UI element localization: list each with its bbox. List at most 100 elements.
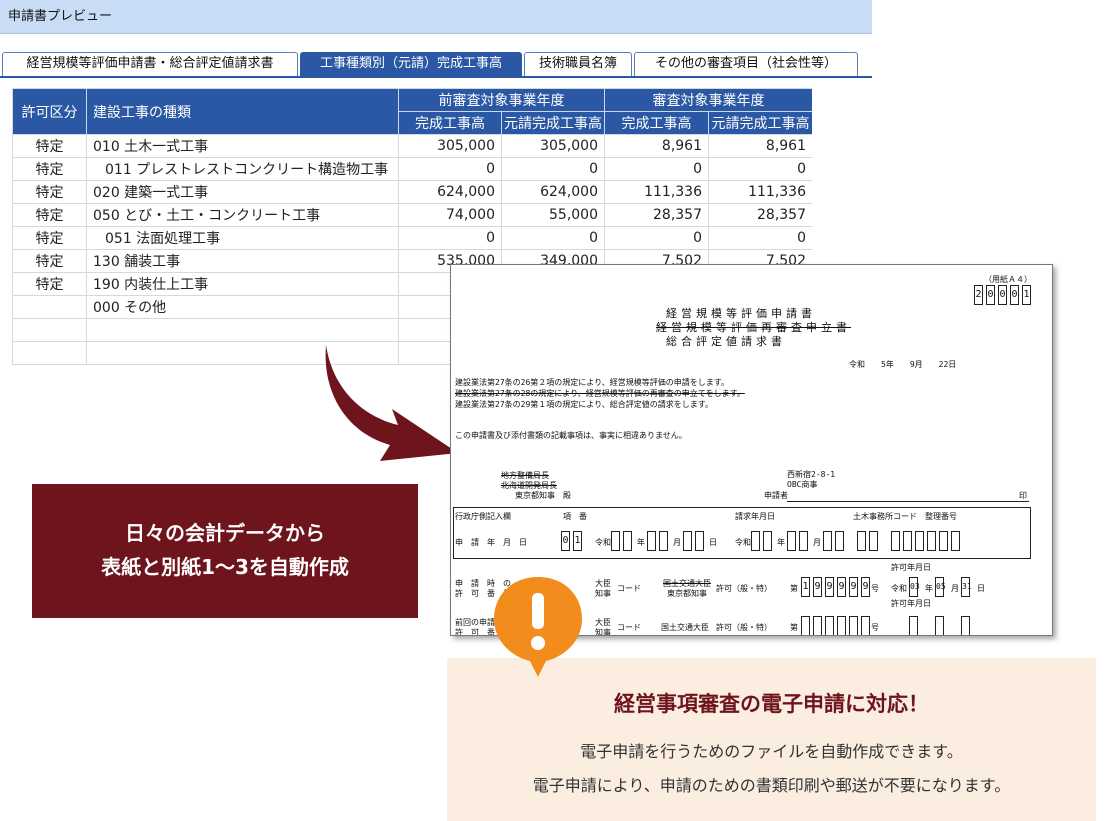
previous-date-box: [935, 616, 944, 635]
cell-permit: [12, 318, 87, 342]
cell-type: 051 法面処理工事: [86, 226, 399, 250]
cell-curr-completed: 28,357: [604, 203, 709, 227]
header-prev-completed: 完成工事高: [398, 111, 502, 135]
apply-date-label: 申 請 年 月 日: [455, 538, 527, 547]
table-row[interactable]: 特定 011 プレストレストコンクリート構造物工事 0 0 0 0: [12, 157, 812, 181]
day-label: 日: [709, 538, 717, 547]
table-row[interactable]: 特定 020 建築一式工事 624,000 624,000 111,336 111,336: [12, 180, 812, 204]
cell-prev-completed: 74,000: [398, 203, 502, 227]
minister-label: 大臣: [595, 579, 611, 588]
cell-type: 010 土木一式工事: [86, 134, 399, 158]
cell-permit: [12, 341, 87, 365]
cell-curr-prime: 8,961: [708, 134, 812, 158]
tab-bar: 経営規模等評価申請書・総合評定値請求書 工事種類別（元請）完成工事高 技術職員名…: [0, 52, 872, 78]
cell-curr-completed: 111,336: [604, 180, 709, 204]
header-prev-year: 前審査対象事業年度: [398, 88, 605, 112]
form-code-digit: 1: [1022, 285, 1031, 305]
permit-number-digit: 9: [849, 577, 858, 597]
tokyo-governor: 東京都知事: [667, 589, 707, 598]
cell-prev-completed: 0: [398, 157, 502, 181]
previous-date-box: [961, 616, 970, 635]
cell-permit: 特定: [12, 134, 87, 158]
previous-number-box: [861, 616, 870, 635]
office-code-box: [903, 531, 912, 551]
office-code-box: [951, 531, 960, 551]
paper-size: （用紙Ａ４）: [984, 275, 1032, 284]
year-box: [623, 531, 632, 551]
day-box: [835, 531, 844, 551]
item-no-digit: 0: [561, 531, 570, 551]
month-box: [787, 531, 796, 551]
office-code-box: [927, 531, 936, 551]
form-para-4: この申請書及び添付書類の記載事項は、事実に相違ありません。: [455, 431, 687, 440]
permit-year-label: 年: [925, 584, 933, 593]
mlit-minister: 国土交通大臣: [663, 579, 711, 588]
company-name: OBC商事: [787, 480, 818, 489]
cell-prev-prime: 305,000: [501, 134, 605, 158]
caption-box: 日々の会計データから 表紙と別紙1～3を自動作成: [32, 484, 418, 618]
addressee-2: 北海道開発局長: [501, 481, 557, 490]
item-no-digit: 1: [573, 531, 582, 551]
form-code-digit: 0: [1010, 285, 1019, 305]
item-no-label: 項 番: [563, 512, 587, 521]
cell-permit: 特定: [12, 249, 87, 273]
reiwa-label: 令和: [595, 538, 611, 547]
tab-application[interactable]: 経営規模等評価申請書・総合評定値請求書: [2, 52, 298, 76]
cell-permit: 特定: [12, 180, 87, 204]
form-code-digit: 2: [974, 285, 983, 305]
cell-curr-completed: 0: [604, 157, 709, 181]
year-box: [763, 531, 772, 551]
exclamation-icon: [494, 577, 582, 677]
office-code-box: [891, 531, 900, 551]
month-label-2: 月: [813, 538, 821, 547]
tab-engineers[interactable]: 技術職員名簿: [524, 52, 632, 76]
seal-label: 印: [1019, 491, 1027, 500]
cell-curr-prime: 0: [708, 157, 812, 181]
header-curr-prime: 元請完成工事高: [708, 111, 812, 135]
table-row[interactable]: 特定 050 とび・土工・コンクリート工事 74,000 55,000 28,357 28…: [12, 203, 812, 227]
caption-line-2: 表紙と別紙1～3を自動作成: [101, 555, 349, 579]
cell-type: 190 内装仕上工事: [86, 272, 399, 296]
addressee-1: 地方整備局長: [501, 471, 549, 480]
tab-other-items[interactable]: その他の審査項目（社会性等）: [634, 52, 858, 76]
month-label: 月: [673, 538, 681, 547]
admin-field-label: 行政庁側記入欄: [455, 512, 511, 521]
cell-type: 000 その他: [86, 295, 399, 319]
form-para-3: 建設業法第27条の29第１項の規定により、総合評定値の請求をします。: [455, 400, 713, 409]
e-filing-notice: 経営事項審査の電子申請に対応！ 電子申請を行うためのファイルを自動作成できます。…: [447, 658, 1096, 821]
governor-label-2: 知事: [595, 628, 611, 636]
header-curr-year: 審査対象事業年度: [604, 88, 812, 112]
cell-type: 130 舗装工事: [86, 249, 399, 273]
cell-permit: 特定: [12, 157, 87, 181]
permit-day-label: 日: [977, 584, 985, 593]
cell-prev-completed: 305,000: [398, 134, 502, 158]
table-row[interactable]: 特定 010 土木一式工事 305,000 305,000 8,961 8,961: [12, 134, 812, 158]
notice-title: 経営事項審査の電子申請に対応！: [614, 692, 929, 716]
cell-curr-prime: 0: [708, 226, 812, 250]
cell-type: 050 とび・土工・コンクリート工事: [86, 203, 399, 227]
form-title-1: 経営規模等評価申請書: [666, 307, 816, 320]
permit-type-label-2: 許可（般・特）: [716, 623, 772, 632]
addressee-3: 東京都知事 殿: [515, 491, 571, 500]
previous-number-box: [837, 616, 846, 635]
go-label-2: 号: [871, 623, 879, 632]
tab-completed-construction[interactable]: 工事種類別（元請）完成工事高: [300, 52, 522, 76]
previous-number-box: [801, 616, 810, 635]
form-code-digit: 0: [986, 285, 995, 305]
applicant-label: 申請者: [764, 491, 788, 500]
mlit-minister-2: 国土交通大臣: [661, 623, 709, 632]
header-prev-prime: 元請完成工事高: [501, 111, 605, 135]
permit-number-digit: 1: [801, 577, 810, 597]
cell-curr-completed: 0: [604, 226, 709, 250]
form-title-2: 経営規模等評価再審査申立書: [656, 321, 851, 334]
notice-line-1: 電子申請を行うためのファイルを自動作成できます。: [580, 742, 963, 761]
cell-curr-completed: 8,961: [604, 134, 709, 158]
cell-type: [86, 318, 399, 342]
month-box: [799, 531, 808, 551]
year-label: 年: [637, 538, 645, 547]
year-box: [611, 531, 620, 551]
previous-number-box: [825, 616, 834, 635]
permit-date-label: 許可年月日: [891, 563, 931, 572]
table-row[interactable]: 特定 051 法面処理工事 0 0 0 0: [12, 226, 812, 250]
permit-month-value: 05: [936, 582, 946, 591]
